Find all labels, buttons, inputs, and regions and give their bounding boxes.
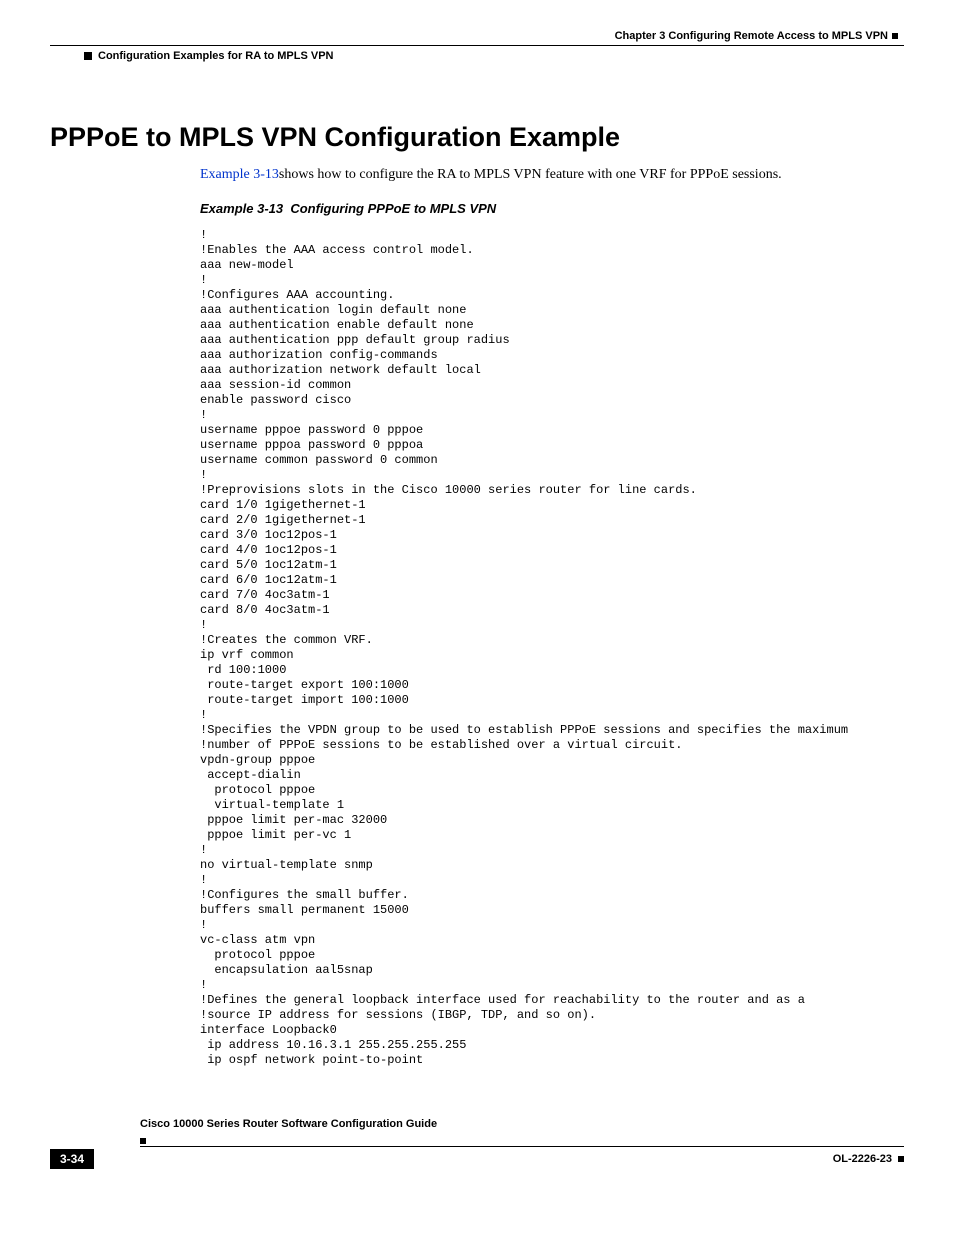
footer-line-marker-icon bbox=[140, 1138, 146, 1144]
example-title-text: Configuring PPPoE to MPLS VPN bbox=[290, 201, 496, 216]
footer: Cisco 10000 Series Router Software Confi… bbox=[50, 1118, 904, 1169]
code-block: ! !Enables the AAA access control model.… bbox=[200, 228, 904, 1068]
page-number-badge: 3-34 bbox=[50, 1149, 94, 1169]
header-sub: Configuration Examples for RA to MPLS VP… bbox=[50, 50, 904, 62]
footer-rule bbox=[140, 1146, 904, 1147]
example-link[interactable]: Example 3-13 bbox=[200, 167, 279, 182]
header-rule bbox=[50, 45, 904, 46]
example-label: Example 3-13 bbox=[200, 201, 283, 216]
footer-guide-title: Cisco 10000 Series Router Software Confi… bbox=[140, 1118, 904, 1130]
doc-id: OL-2226-23 bbox=[833, 1153, 892, 1165]
intro-rest: shows how to configure the RA to MPLS VP… bbox=[279, 167, 782, 182]
header-start-marker-icon bbox=[84, 52, 92, 60]
example-caption: Example 3-13 Configuring PPPoE to MPLS V… bbox=[200, 201, 904, 216]
header-top: Chapter 3 Configuring Remote Access to M… bbox=[50, 30, 904, 42]
header-end-marker-icon bbox=[892, 33, 898, 39]
header-subsection: Configuration Examples for RA to MPLS VP… bbox=[98, 50, 334, 62]
intro-paragraph: Example 3-13shows how to configure the R… bbox=[200, 167, 904, 183]
footer-end-marker-icon bbox=[898, 1156, 904, 1162]
chapter-label: Chapter 3 Configuring Remote Access to M… bbox=[615, 30, 888, 42]
section-title: PPPoE to MPLS VPN Configuration Example bbox=[50, 122, 904, 153]
